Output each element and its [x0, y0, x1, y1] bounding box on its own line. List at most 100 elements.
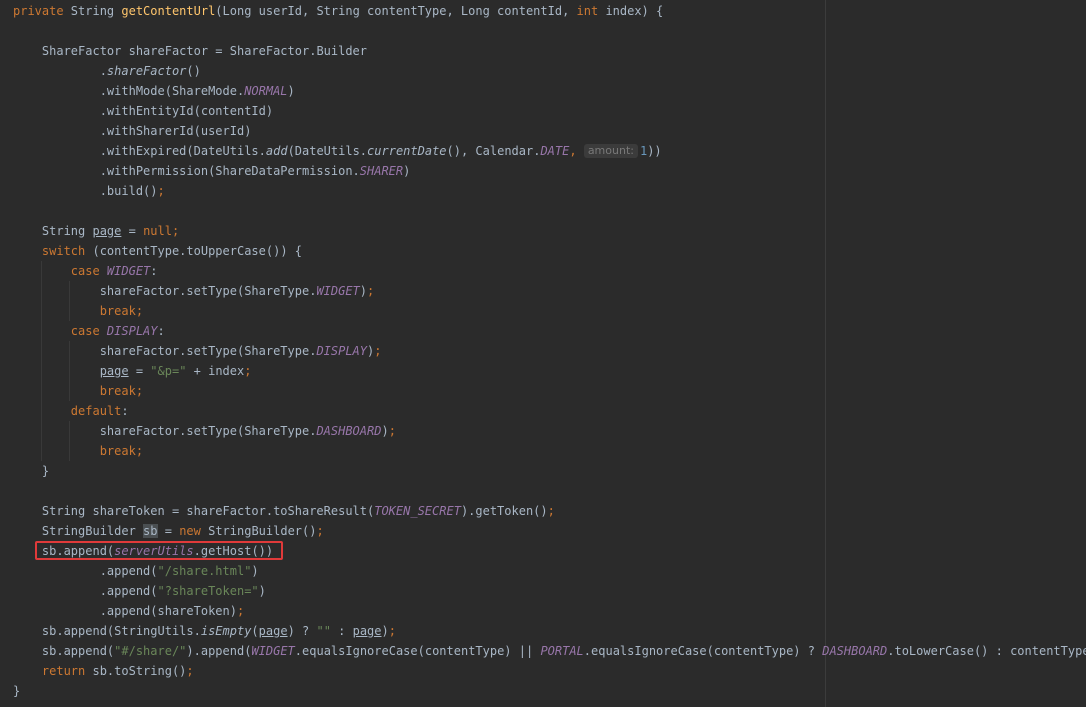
punctuation-token: ; [135, 444, 144, 458]
reassigned-variable-token: page [92, 224, 122, 238]
code-area[interactable]: private String getContentUrl(Long userId… [13, 1, 1086, 701]
constant-token: DASHBOARD [822, 644, 888, 658]
code-line[interactable]: .withMode(ShareMode.NORMAL) [13, 81, 1086, 101]
code-line[interactable]: .withPermission(ShareDataPermission.SHAR… [13, 161, 1086, 181]
constant-token: WIDGET [316, 284, 360, 298]
keyword-token: case [13, 264, 107, 278]
code-token: } [13, 464, 50, 478]
string-literal-token: "#/share/" [114, 644, 187, 658]
code-token: ) [251, 564, 259, 578]
code-token: .append( [13, 584, 158, 598]
punctuation-token: ; [135, 304, 144, 318]
code-line[interactable]: case DISPLAY: [13, 321, 1086, 341]
code-line[interactable]: private String getContentUrl(Long userId… [13, 1, 1086, 21]
code-token: : [157, 324, 165, 338]
code-line[interactable]: ​ [13, 21, 1086, 41]
code-line[interactable]: String page = null; [13, 221, 1086, 241]
punctuation-token: ; [244, 364, 252, 378]
keyword-token: case [13, 324, 107, 338]
code-line[interactable]: sb.append(StringUtils.isEmpty(page) ? ""… [13, 621, 1086, 641]
code-token: String [13, 224, 93, 238]
code-line[interactable]: shareFactor.setType(ShareType.DISPLAY); [13, 341, 1086, 361]
code-token: .toLowerCase() : contentType) [887, 644, 1086, 658]
code-line[interactable]: .append("?shareToken=") [13, 581, 1086, 601]
code-line[interactable]: String shareToken = shareFactor.toShareR… [13, 501, 1086, 521]
code-line[interactable]: default: [13, 401, 1086, 421]
code-line[interactable]: switch (contentType.toUpperCase()) { [13, 241, 1086, 261]
static-call-token: shareFactor [106, 64, 187, 78]
code-token: (Long userId, String contentType, Long c… [215, 4, 577, 18]
code-line[interactable]: } [13, 461, 1086, 481]
code-token: . [13, 64, 107, 78]
code-line[interactable]: case WIDGET: [13, 261, 1086, 281]
code-line[interactable]: return sb.toString(); [13, 661, 1086, 681]
code-line[interactable]: shareFactor.setType(ShareType.DASHBOARD)… [13, 421, 1086, 441]
code-line[interactable]: .withEntityId(contentId) [13, 101, 1086, 121]
code-token: shareFactor.setType(ShareType. [13, 344, 317, 358]
code-token: ) [381, 424, 389, 438]
code-line[interactable]: ​ [13, 201, 1086, 221]
code-token: .withPermission(ShareDataPermission. [13, 164, 360, 178]
code-line[interactable]: break; [13, 441, 1086, 461]
punctuation-token: ; [374, 344, 382, 358]
constant-token: DATE [540, 144, 570, 158]
constant-token: NORMAL [244, 84, 288, 98]
code-token: .withExpired(DateUtils. [13, 144, 266, 158]
code-token: (contentType.toUpperCase()) { [92, 244, 302, 258]
code-line[interactable]: break; [13, 301, 1086, 321]
constant-token: SHARER [359, 164, 404, 178]
code-token: ) [381, 624, 389, 638]
code-editor[interactable]: private String getContentUrl(Long userId… [0, 0, 1086, 707]
code-line[interactable]: StringBuilder sb = new StringBuilder(); [13, 521, 1086, 541]
code-line[interactable]: shareFactor.setType(ShareType.WIDGET); [13, 281, 1086, 301]
code-line[interactable]: sb.append("#/share/").append(WIDGET.equa… [13, 641, 1086, 661]
code-token: ) [403, 164, 411, 178]
code-token: ).append( [186, 644, 252, 658]
keyword-token: break [13, 444, 136, 458]
code-token: sb.toString() [92, 664, 187, 678]
code-line[interactable]: sb.append(serverUtils.getHost()) [13, 541, 1086, 561]
code-token: } [13, 684, 21, 698]
code-token: sb.append( [13, 544, 115, 558]
code-line[interactable]: break; [13, 381, 1086, 401]
code-token: .build() [13, 184, 158, 198]
code-token: sb.append( [13, 644, 115, 658]
code-token: ) [258, 584, 266, 598]
code-token: .append( [13, 564, 158, 578]
code-token: : [330, 624, 353, 638]
code-token: ).getToken() [460, 504, 548, 518]
code-token: = [157, 524, 180, 538]
code-token: = [121, 224, 144, 238]
code-token: .withEntityId(contentId) [13, 104, 274, 118]
code-token: String [70, 4, 122, 18]
code-line[interactable]: .append("/share.html") [13, 561, 1086, 581]
punctuation-token: ; [157, 184, 165, 198]
code-token: ShareFactor shareFactor = ShareFactor. [13, 44, 317, 58]
code-line[interactable]: } [13, 681, 1086, 701]
static-call-token: currentDate [367, 144, 447, 158]
code-token: ) ? [287, 624, 317, 638]
keyword-token: break [13, 384, 136, 398]
method-name-token: getContentUrl [121, 4, 216, 18]
constant-token: DISPLAY [316, 344, 368, 358]
static-call-token: isEmpty [200, 624, 252, 638]
keyword-token: null [143, 224, 172, 238]
code-line[interactable]: page = "&p=" + index; [13, 361, 1086, 381]
code-line[interactable]: .withExpired(DateUtils.add(DateUtils.cur… [13, 141, 1086, 161]
code-token: Builder [316, 44, 368, 58]
code-token: ) [359, 284, 368, 298]
code-token: ( [251, 624, 259, 638]
code-token: StringBuilder [13, 524, 144, 538]
code-line[interactable]: .append(shareToken); [13, 601, 1086, 621]
constant-token: serverUtils [114, 544, 194, 558]
code-token: .append(shareToken) [13, 604, 237, 618]
code-line[interactable]: ShareFactor shareFactor = ShareFactor.Bu… [13, 41, 1086, 61]
punctuation-token: , [569, 144, 584, 158]
code-line[interactable]: ​ [13, 481, 1086, 501]
code-line[interactable]: .shareFactor() [13, 61, 1086, 81]
reassigned-variable-token: page [352, 624, 382, 638]
code-line[interactable]: .withSharerId(userId) [13, 121, 1086, 141]
punctuation-token: ; [236, 604, 245, 618]
code-line[interactable]: .build(); [13, 181, 1086, 201]
